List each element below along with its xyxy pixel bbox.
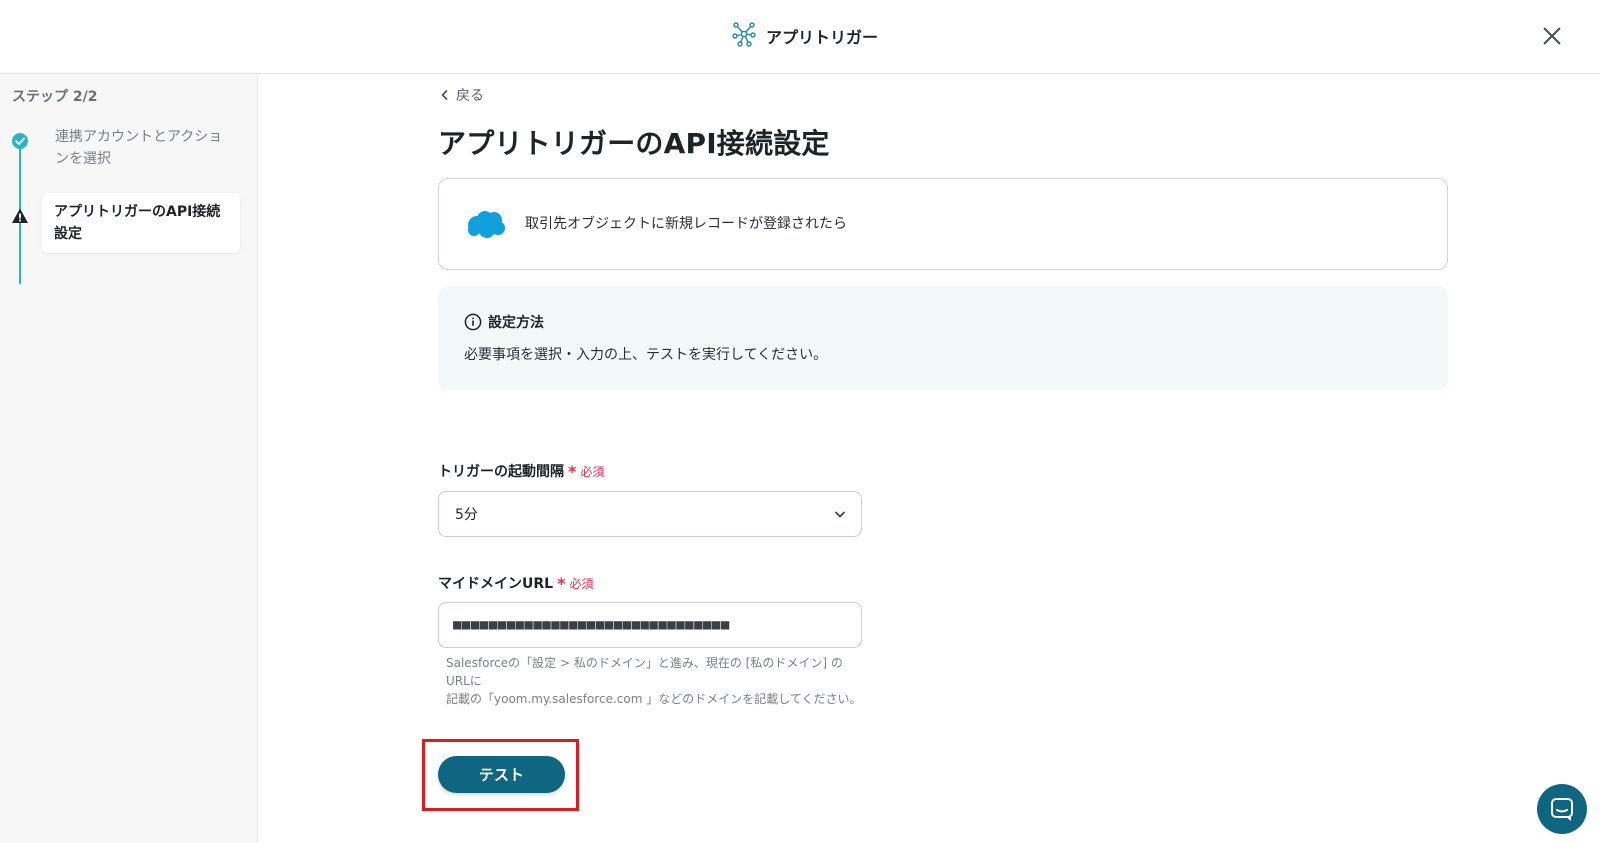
info-icon: [464, 313, 482, 331]
sidebar-step-api-settings[interactable]: アプリトリガーのAPI接続設定: [42, 193, 240, 253]
chevron-left-icon: [441, 89, 448, 101]
info-title: 設定方法: [488, 315, 544, 331]
domain-help-text: Salesforceの「設定 > 私のドメイン」と進み、現在の [私のドメイン]…: [446, 654, 866, 708]
sidebar: ステップ 2/2 連携アカウントとアクションを選択 アプリトリガーのAPI接続設…: [0, 74, 258, 843]
help-line-2: 記載の「yoom.my.salesforce.com 」などのドメインを記載して…: [446, 692, 862, 706]
test-button[interactable]: テスト: [438, 756, 565, 793]
chevron-down-icon: [834, 511, 846, 518]
back-label: 戻る: [456, 88, 484, 104]
header: アプリトリガー: [0, 0, 1600, 74]
salesforce-cloud-icon: [465, 209, 507, 243]
page-title: アプリトリガーのAPI接続設定: [438, 127, 830, 160]
step-count: ステップ 2/2: [12, 89, 98, 105]
sidebar-step-select-account[interactable]: 連携アカウントとアクションを選択: [55, 126, 235, 170]
required-star: *: [557, 573, 566, 593]
header-title-group: アプリトリガー: [732, 20, 878, 52]
domain-field-label: マイドメインURL * 必須: [438, 573, 593, 593]
interval-label-text: トリガーの起動間隔: [438, 464, 564, 480]
close-icon: [1543, 27, 1561, 45]
trigger-card: 取引先オブジェクトに新規レコードが登録されたら: [438, 178, 1448, 270]
interval-field-label: トリガーの起動間隔 * 必須: [438, 461, 604, 481]
help-line-1: Salesforceの「設定 > 私のドメイン」と進み、現在の [私のドメイン]…: [446, 656, 843, 688]
back-link[interactable]: 戻る: [440, 84, 484, 106]
warning-icon: [11, 207, 29, 225]
info-box: 設定方法 必要事項を選択・入力の上、テストを実行してください。: [438, 286, 1448, 390]
check-circle-icon: [11, 132, 29, 150]
required-text: 必須: [569, 576, 594, 591]
info-body: 必要事項を選択・入力の上、テストを実行してください。: [464, 347, 828, 363]
network-nodes-icon: [732, 21, 756, 51]
required-star: *: [568, 461, 577, 481]
chat-button[interactable]: [1537, 784, 1587, 834]
header-title: アプリトリガー: [766, 28, 879, 47]
domain-label-text: マイドメインURL: [438, 576, 554, 592]
required-text: 必須: [580, 464, 605, 479]
trigger-label: 取引先オブジェクトに新規レコードが登録されたら: [525, 216, 847, 232]
interval-select[interactable]: 5分: [438, 491, 862, 537]
domain-url-input[interactable]: [438, 602, 862, 648]
interval-select-value: 5分: [455, 507, 478, 523]
info-heading: 設定方法: [464, 312, 544, 332]
close-button[interactable]: [1536, 20, 1568, 52]
chat-bubble-icon: [1551, 798, 1573, 821]
